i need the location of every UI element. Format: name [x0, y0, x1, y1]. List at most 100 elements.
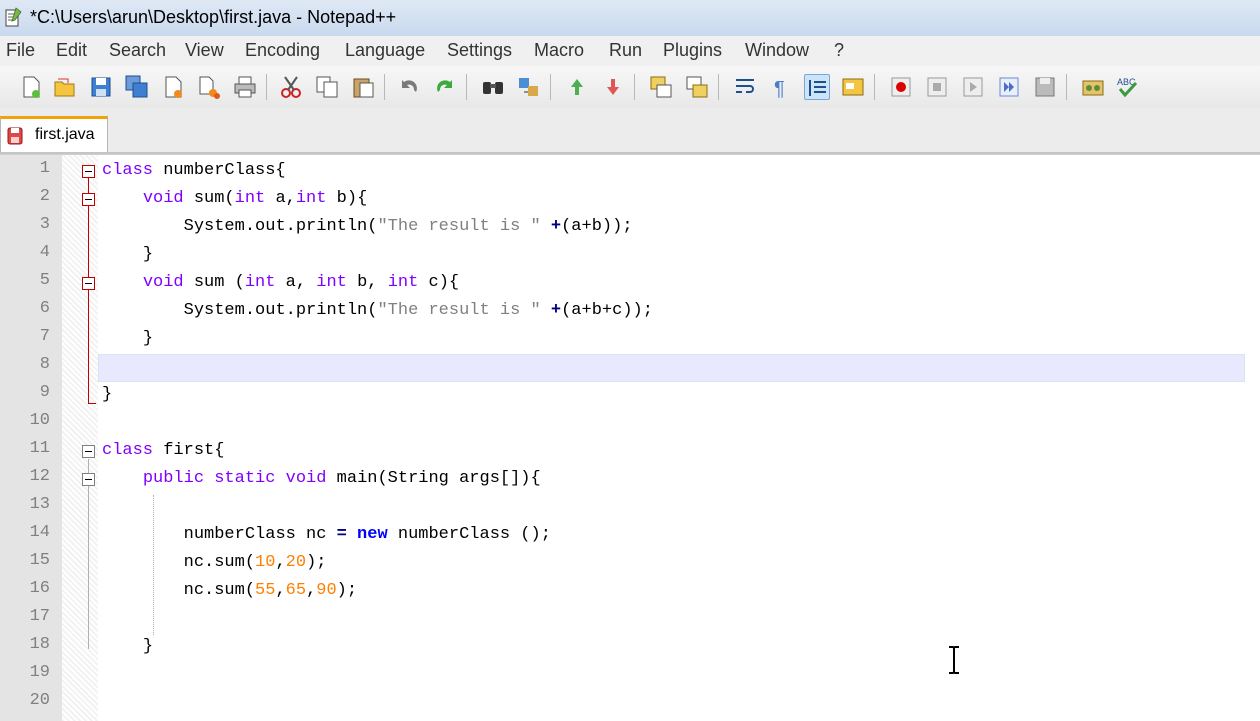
menu-window[interactable]: Window	[745, 40, 809, 61]
zoom-in-icon[interactable]	[564, 74, 590, 100]
code-line-5: void sum (int a, int b, int c){	[102, 269, 459, 297]
menu-view[interactable]: View	[185, 40, 224, 61]
toolbar: ¶ ABC	[0, 66, 1260, 109]
code-text: first{	[153, 441, 225, 460]
sync-vertical-icon[interactable]	[648, 74, 674, 100]
operator: =	[336, 525, 347, 544]
macro-play-icon[interactable]	[960, 74, 986, 100]
fold-toggle[interactable]	[82, 165, 95, 178]
code-line-2: void sum(int a,int b){	[102, 185, 367, 213]
save-all-icon[interactable]	[124, 74, 150, 100]
fold-line	[88, 459, 89, 649]
menu-macro[interactable]: Macro	[534, 40, 584, 61]
code-line-9: }	[102, 381, 112, 409]
line-number-gutter: 1 2 3 4 5 6 7 8 9 10 11 12 13 14 15 16 1…	[0, 155, 62, 721]
menu-plugins[interactable]: Plugins	[663, 40, 722, 61]
menu-settings[interactable]: Settings	[447, 40, 512, 61]
number-literal: 55	[255, 581, 276, 600]
code-text: numberClass{	[153, 161, 286, 180]
number-literal: 10	[255, 553, 276, 572]
fold-toggle[interactable]	[82, 277, 95, 290]
user-language-icon[interactable]	[840, 74, 866, 100]
menu-help[interactable]: ?	[834, 40, 844, 61]
word-wrap-icon[interactable]	[732, 74, 758, 100]
line-number: 19	[29, 663, 50, 682]
line-number: 11	[29, 439, 50, 458]
line-number: 5	[39, 271, 50, 290]
window-title: *C:\Users\arun\Desktop\first.java - Note…	[30, 7, 397, 27]
keyword: class	[102, 161, 154, 180]
close-icon[interactable]	[160, 74, 186, 100]
fold-toggle[interactable]	[82, 445, 95, 458]
unsaved-file-icon	[7, 127, 23, 145]
toolbar-separator	[466, 74, 467, 100]
undo-icon[interactable]	[396, 74, 422, 100]
code-text: (a+b));	[561, 217, 633, 236]
keyword: int	[387, 273, 419, 292]
line-number: 13	[29, 495, 50, 514]
fold-margin	[62, 155, 98, 721]
code-editor[interactable]: 1 2 3 4 5 6 7 8 9 10 11 12 13 14 15 16 1…	[0, 154, 1260, 721]
menu-run[interactable]: Run	[609, 40, 642, 61]
keyword: static	[214, 469, 276, 488]
line-number: 17	[29, 607, 50, 626]
menu-edit[interactable]: Edit	[56, 40, 87, 61]
line-number: 20	[29, 691, 50, 710]
code-line-16: nc.sum(55,65,90);	[102, 577, 357, 605]
code-text: nc.sum(	[183, 581, 256, 600]
spell-check-icon[interactable]: ABC	[1114, 74, 1140, 100]
code-text: (a+b+c));	[561, 301, 653, 320]
macro-save-icon[interactable]	[1032, 74, 1058, 100]
copy-icon[interactable]	[314, 74, 340, 100]
line-number: 14	[29, 523, 50, 542]
code-text: sum (	[183, 273, 245, 292]
line-number: 2	[39, 187, 50, 206]
tab-first-java[interactable]: first.java	[0, 116, 108, 152]
fold-toggle[interactable]	[82, 193, 95, 206]
close-all-icon[interactable]	[196, 74, 222, 100]
macro-stop-icon[interactable]	[924, 74, 950, 100]
operator: +	[540, 217, 562, 236]
code-line-18: }	[102, 633, 153, 661]
open-file-icon[interactable]	[52, 74, 78, 100]
find-icon[interactable]	[480, 74, 506, 100]
macro-run-multiple-icon[interactable]	[996, 74, 1022, 100]
code-text: nc.sum(	[183, 553, 256, 572]
menu-file[interactable]: File	[6, 40, 35, 61]
number-literal: 65	[285, 581, 307, 600]
code-text: b,	[346, 273, 388, 292]
zoom-out-icon[interactable]	[600, 74, 626, 100]
toolbar-separator	[1066, 74, 1067, 100]
launch-browser-icon[interactable]	[1080, 74, 1106, 100]
fold-toggle[interactable]	[82, 473, 95, 486]
menu-language[interactable]: Language	[345, 40, 425, 61]
code-line-6: System.out.println("The result is " +(a+…	[102, 297, 653, 325]
keyword: int	[316, 273, 347, 292]
save-icon[interactable]	[88, 74, 114, 100]
code-text: numberClass ();	[387, 525, 551, 544]
menu-encoding[interactable]: Encoding	[245, 40, 320, 61]
macro-record-icon[interactable]	[888, 74, 914, 100]
title-bar[interactable]: *C:\Users\arun\Desktop\first.java - Note…	[0, 0, 1260, 36]
keyword: public	[142, 469, 205, 488]
menu-search[interactable]: Search	[109, 40, 166, 61]
new-file-icon[interactable]	[18, 74, 44, 100]
keyword: class	[102, 441, 154, 460]
print-icon[interactable]	[232, 74, 258, 100]
line-number: 10	[29, 411, 50, 430]
line-number: 9	[39, 383, 50, 402]
keyword: void	[142, 189, 184, 208]
line-number: 8	[39, 355, 50, 374]
show-all-characters-icon[interactable]: ¶	[768, 74, 794, 100]
line-number: 15	[29, 551, 50, 570]
sync-horizontal-icon[interactable]	[684, 74, 710, 100]
code-line-12: public static void main(String args[]){	[102, 465, 541, 493]
indent-guide-icon[interactable]	[804, 74, 830, 100]
cut-icon[interactable]	[278, 74, 304, 100]
paste-icon[interactable]	[350, 74, 376, 100]
replace-icon[interactable]	[516, 74, 542, 100]
code-text: a,	[275, 273, 317, 292]
redo-icon[interactable]	[432, 74, 458, 100]
code-text: c){	[418, 273, 460, 292]
code-text: a,	[265, 189, 296, 208]
